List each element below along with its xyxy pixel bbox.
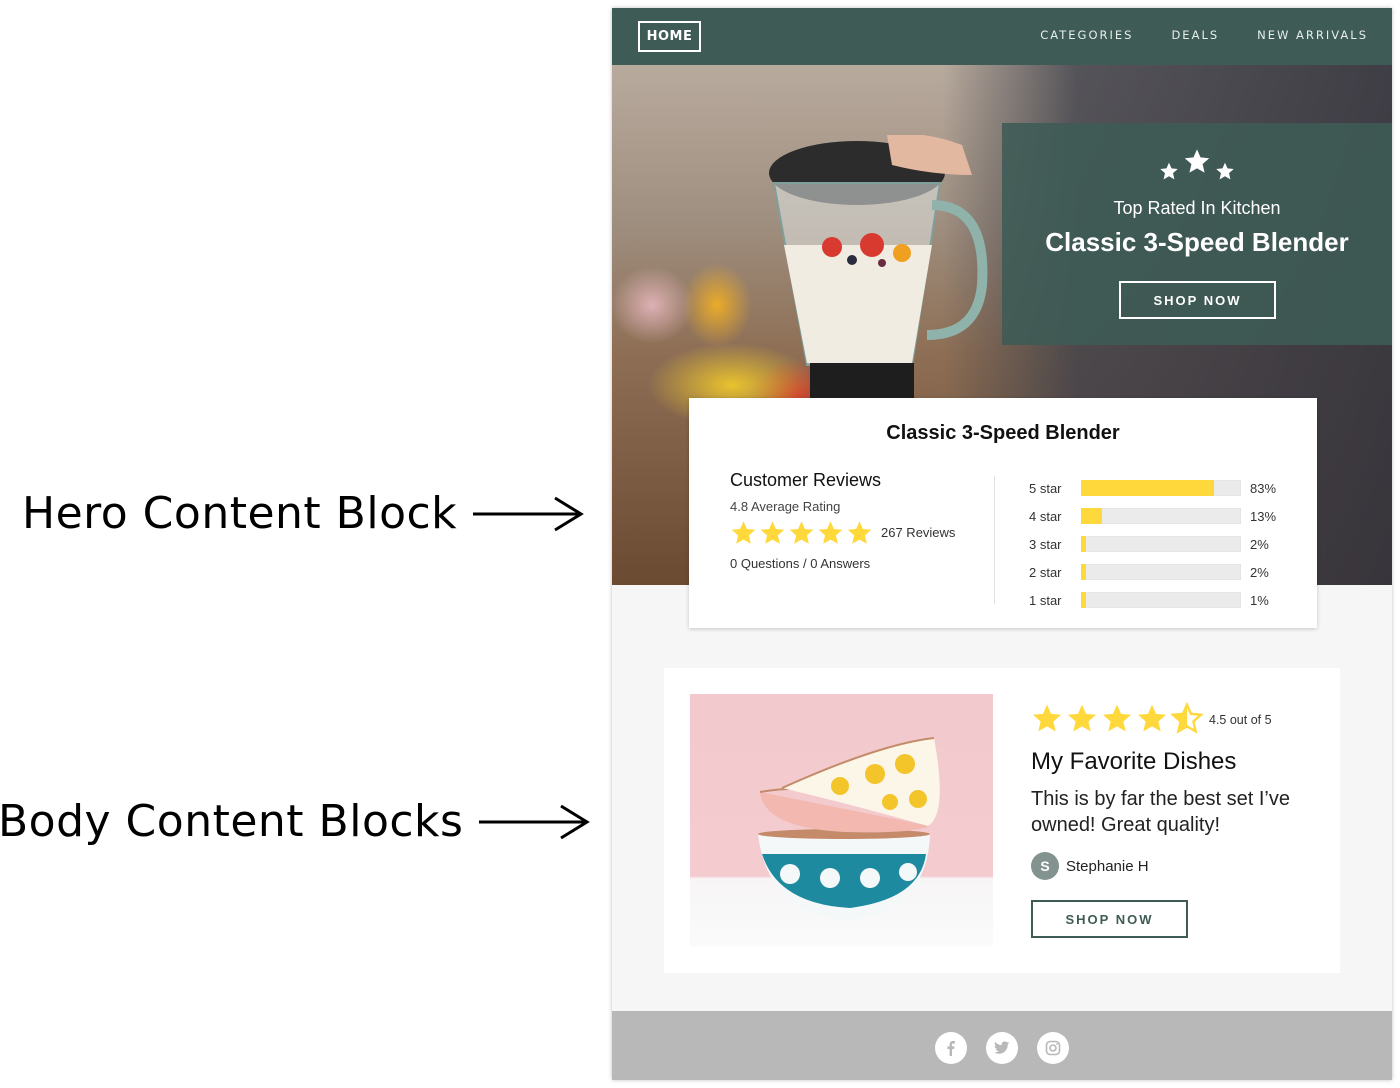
questions-answers-link[interactable]: 0 Questions / 0 Answers (730, 556, 955, 571)
rating-bar-fill (1081, 564, 1086, 580)
hero-title: Classic 3-Speed Blender (1045, 227, 1349, 257)
arrow-right-icon (479, 804, 591, 839)
review-quote: This is by far the best set I’ve owned! … (1031, 788, 1290, 836)
rating-bar-row[interactable]: 3 star 2% (1029, 530, 1276, 558)
arrow-right-icon (473, 496, 585, 531)
rating-text: 4.5 out of 5 (1209, 713, 1272, 727)
hero-annotation-label: Hero Content Block (22, 488, 458, 539)
bowls-image (690, 694, 993, 947)
divider (994, 476, 995, 604)
star-full-icon (1033, 704, 1061, 732)
hero-card: Top Rated In Kitchen Classic 3-Speed Ble… (1002, 123, 1392, 345)
star-full-icon (760, 521, 785, 544)
rating-bar-row[interactable]: 5 star 83% (1029, 474, 1276, 502)
home-button[interactable]: HOME (638, 21, 701, 52)
rating-bar-label: 4 star (1029, 508, 1062, 524)
star-full-icon (1068, 704, 1096, 732)
facebook-icon[interactable] (935, 1032, 967, 1064)
star-full-icon (1103, 704, 1131, 732)
review-author: S Stephanie H (1031, 852, 1301, 880)
stacked-bowls-illustration (758, 737, 940, 920)
three-stars-icon (1002, 147, 1392, 181)
star-full-icon (731, 521, 756, 544)
star-full-icon (789, 521, 814, 544)
author-name: Stephanie H (1066, 857, 1149, 875)
star-half-icon (1171, 702, 1203, 734)
nav-link-categories[interactable]: CATEGORIES (1040, 28, 1133, 42)
rating-bar-label: 1 star (1029, 592, 1062, 608)
featured-review-block: 4.5 out of 5 My Favorite Dishes This is … (664, 668, 1340, 973)
nav-link-deals[interactable]: DEALS (1171, 28, 1219, 42)
rating-stars (1031, 702, 1203, 734)
customer-reviews-heading: Customer Reviews (730, 470, 882, 490)
rating-bar-percent: 13% (1250, 508, 1277, 524)
nav-link-new-arrivals[interactable]: NEW ARRIVALS (1257, 28, 1368, 42)
rating-bar-label: 3 star (1029, 536, 1062, 552)
rating-bar-fill (1081, 592, 1086, 608)
hero-subtitle: Top Rated In Kitchen (1113, 198, 1281, 218)
hero-shop-now-button[interactable]: SHOP NOW (1119, 281, 1276, 319)
avatar: S (1031, 852, 1059, 880)
rating-bar-percent: 2% (1250, 536, 1269, 552)
star-full-icon (847, 521, 872, 544)
social-links (935, 1032, 1069, 1064)
rating-bar-track (1081, 564, 1241, 580)
rating-bar-row[interactable]: 4 star 13% (1029, 502, 1276, 530)
body-annotation: Body Content Blocks (0, 796, 591, 847)
review-product-title: Classic 3-Speed Blender (886, 422, 1120, 444)
rating-bar-fill (1081, 536, 1086, 552)
rating-bar-track (1081, 508, 1241, 524)
body-annotation-label: Body Content Blocks (0, 796, 464, 847)
twitter-icon[interactable] (986, 1032, 1018, 1064)
review-count-link[interactable]: 267 Reviews (881, 525, 955, 540)
average-rating-text: 4.8 Average Rating (730, 499, 841, 514)
rating-bar-row[interactable]: 2 star 2% (1029, 558, 1276, 586)
rating-bar-percent: 1% (1250, 592, 1269, 608)
instagram-icon[interactable] (1037, 1032, 1069, 1064)
email-page: HOME CATEGORIES DEALS NEW ARRIVALS Top R… (612, 8, 1392, 1080)
nav-links: CATEGORIES DEALS NEW ARRIVALS (1040, 28, 1368, 42)
rating-bar-track (1081, 536, 1241, 552)
footer (612, 1011, 1392, 1080)
rating-bar-track (1081, 592, 1241, 608)
blender-illustration (769, 135, 988, 413)
rating-stars (730, 519, 873, 546)
rating-bar-row[interactable]: 1 star 1% (1029, 586, 1276, 614)
rating-breakdown: 5 star 83% 4 star 13% 3 star 2% 2 star 2% 1 star… (1029, 474, 1276, 614)
rating-bar-fill (1081, 508, 1102, 524)
rating-bar-label: 5 star (1029, 480, 1062, 496)
rating-bar-label: 2 star (1029, 564, 1062, 580)
rating-bar-track (1081, 480, 1241, 496)
star-full-icon (1138, 704, 1166, 732)
review-title: My Favorite Dishes (1031, 748, 1237, 775)
rating-bar-percent: 83% (1250, 480, 1277, 496)
top-nav: HOME CATEGORIES DEALS NEW ARRIVALS (612, 8, 1392, 65)
review-content: 4.5 out of 5 My Favorite Dishes This is … (1031, 702, 1301, 938)
hero-annotation: Hero Content Block (22, 488, 585, 539)
star-full-icon (818, 521, 843, 544)
body-shop-now-button[interactable]: SHOP NOW (1031, 900, 1188, 938)
rating-bar-percent: 2% (1250, 564, 1269, 580)
rating-bar-fill (1081, 480, 1214, 496)
customer-reviews-card: Classic 3-Speed Blender Customer Reviews… (689, 398, 1317, 628)
review-summary: Customer Reviews 4.8 Average Rating 267 … (730, 470, 955, 571)
